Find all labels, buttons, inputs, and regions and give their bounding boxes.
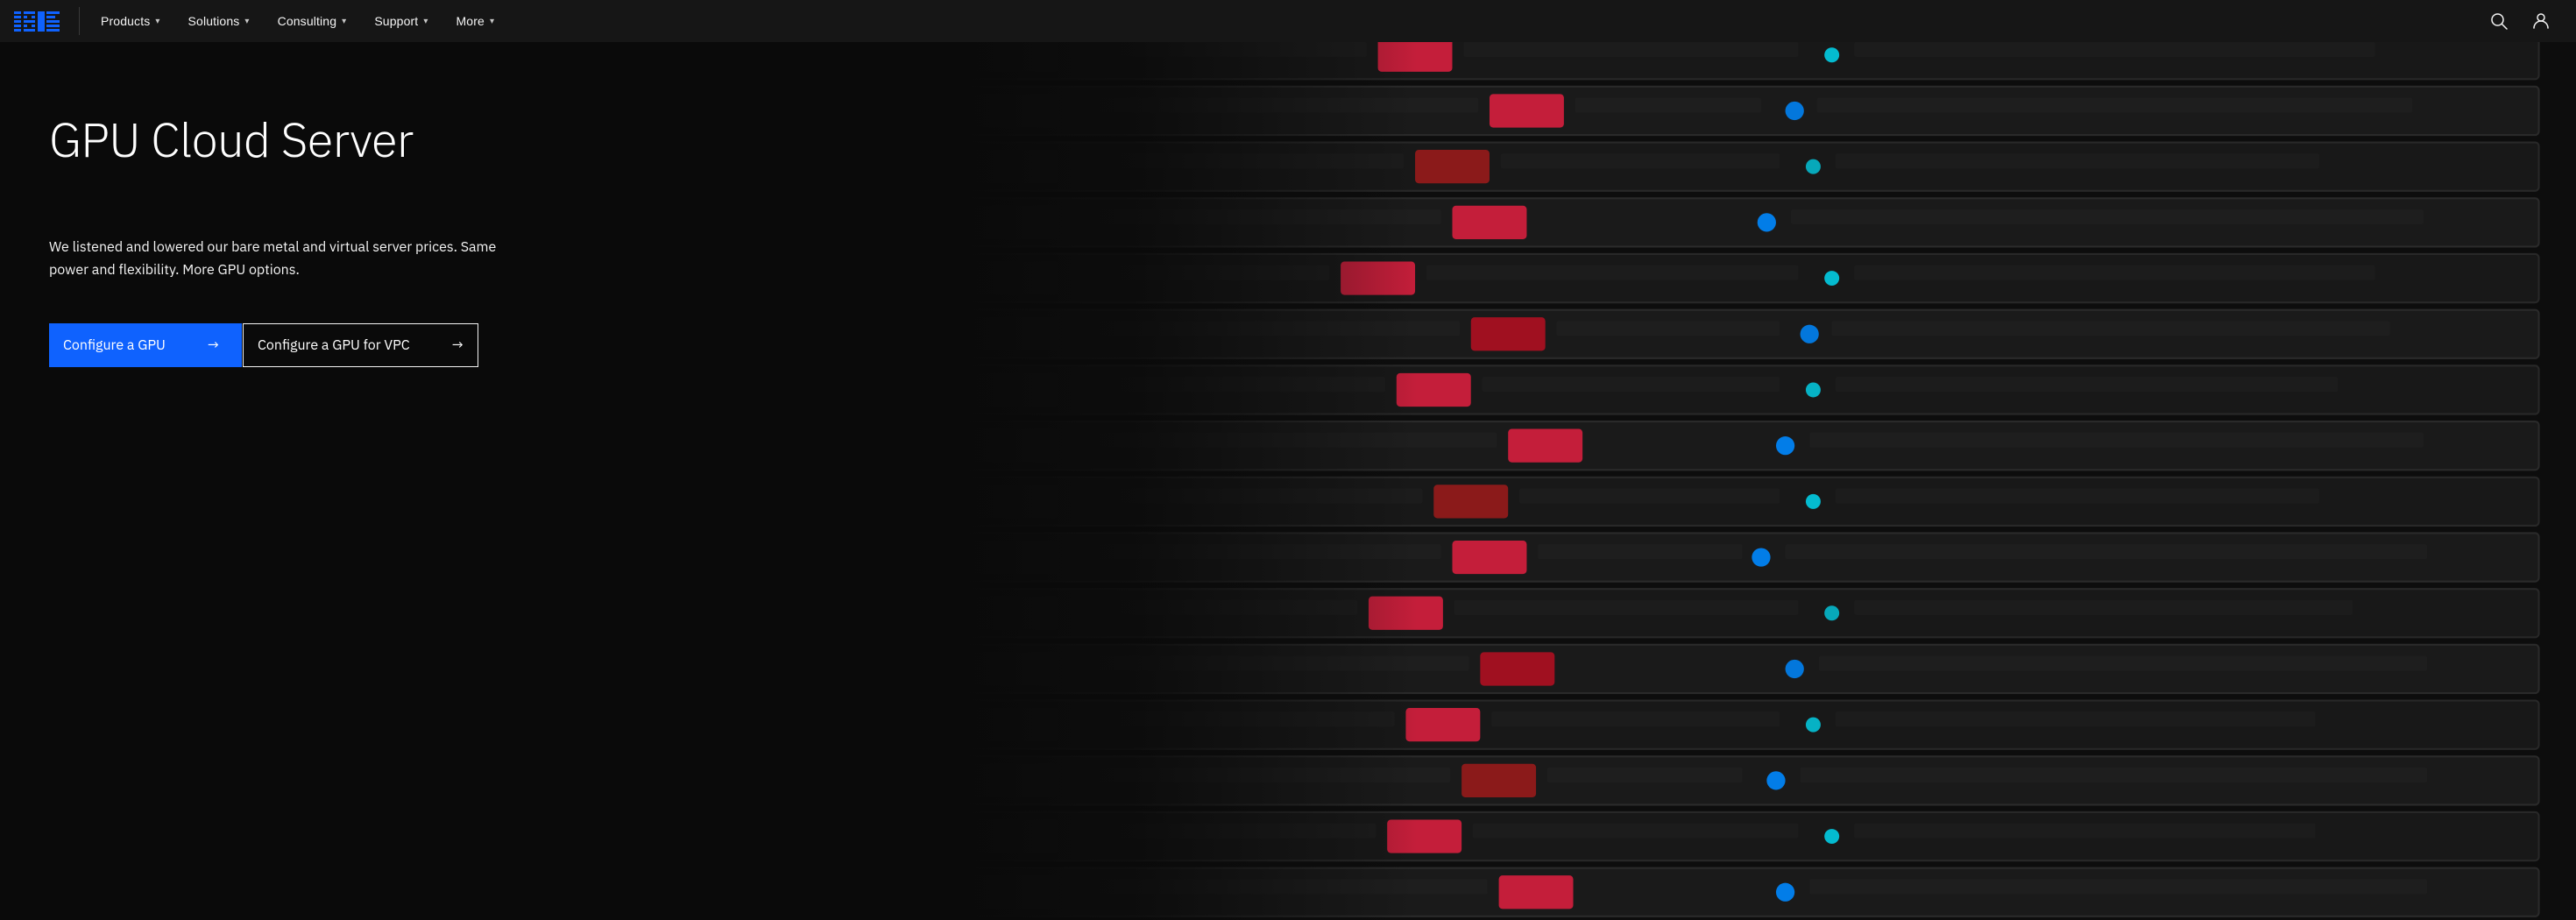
chevron-down-icon: ▾ [423,17,428,26]
search-icon [2490,12,2508,30]
configure-gpu-button[interactable]: Configure a GPU → [49,323,242,367]
hero-title: GPU Cloud Server [49,112,1239,166]
navbar: Products ▾ Solutions ▾ Consulting ▾ Supp… [0,0,2576,42]
nav-more-label: More [456,14,485,28]
nav-item-solutions[interactable]: Solutions ▾ [174,0,264,42]
nav-solutions-label: Solutions [188,14,240,28]
chevron-down-icon: ▾ [155,17,159,26]
hero-description: We listened and lowered our bare metal a… [49,237,505,281]
nav-items: Products ▾ Solutions ▾ Consulting ▾ Supp… [87,0,2478,42]
chevron-down-icon: ▾ [342,17,346,26]
nav-actions [2478,0,2562,42]
hero-text-container: GPU Cloud Server We listened and lowered… [0,42,1288,920]
hero-buttons: Configure a GPU → Configure a GPU for VP… [49,323,1239,367]
arrow-icon: → [452,336,464,354]
configure-gpu-vpc-label: Configure a GPU for VPC [258,336,410,354]
nav-products-label: Products [101,14,150,28]
ibm-logo[interactable] [14,11,65,32]
user-icon [2532,12,2550,30]
chevron-down-icon: ▾ [490,17,494,26]
nav-support-label: Support [374,14,418,28]
nav-item-consulting[interactable]: Consulting ▾ [264,0,361,42]
nav-item-support[interactable]: Support ▾ [360,0,442,42]
configure-gpu-label: Configure a GPU [63,336,166,354]
nav-item-products[interactable]: Products ▾ [87,0,174,42]
chevron-down-icon: ▾ [244,17,249,26]
user-button[interactable] [2520,0,2562,42]
nav-consulting-label: Consulting [278,14,337,28]
configure-gpu-vpc-button[interactable]: Configure a GPU for VPC → [243,323,478,367]
hero-section: GPU Cloud Server We listened and lowered… [0,42,2576,920]
search-button[interactable] [2478,0,2520,42]
arrow-icon: → [208,336,219,354]
nav-divider [79,7,80,35]
nav-item-more[interactable]: More ▾ [442,0,509,42]
